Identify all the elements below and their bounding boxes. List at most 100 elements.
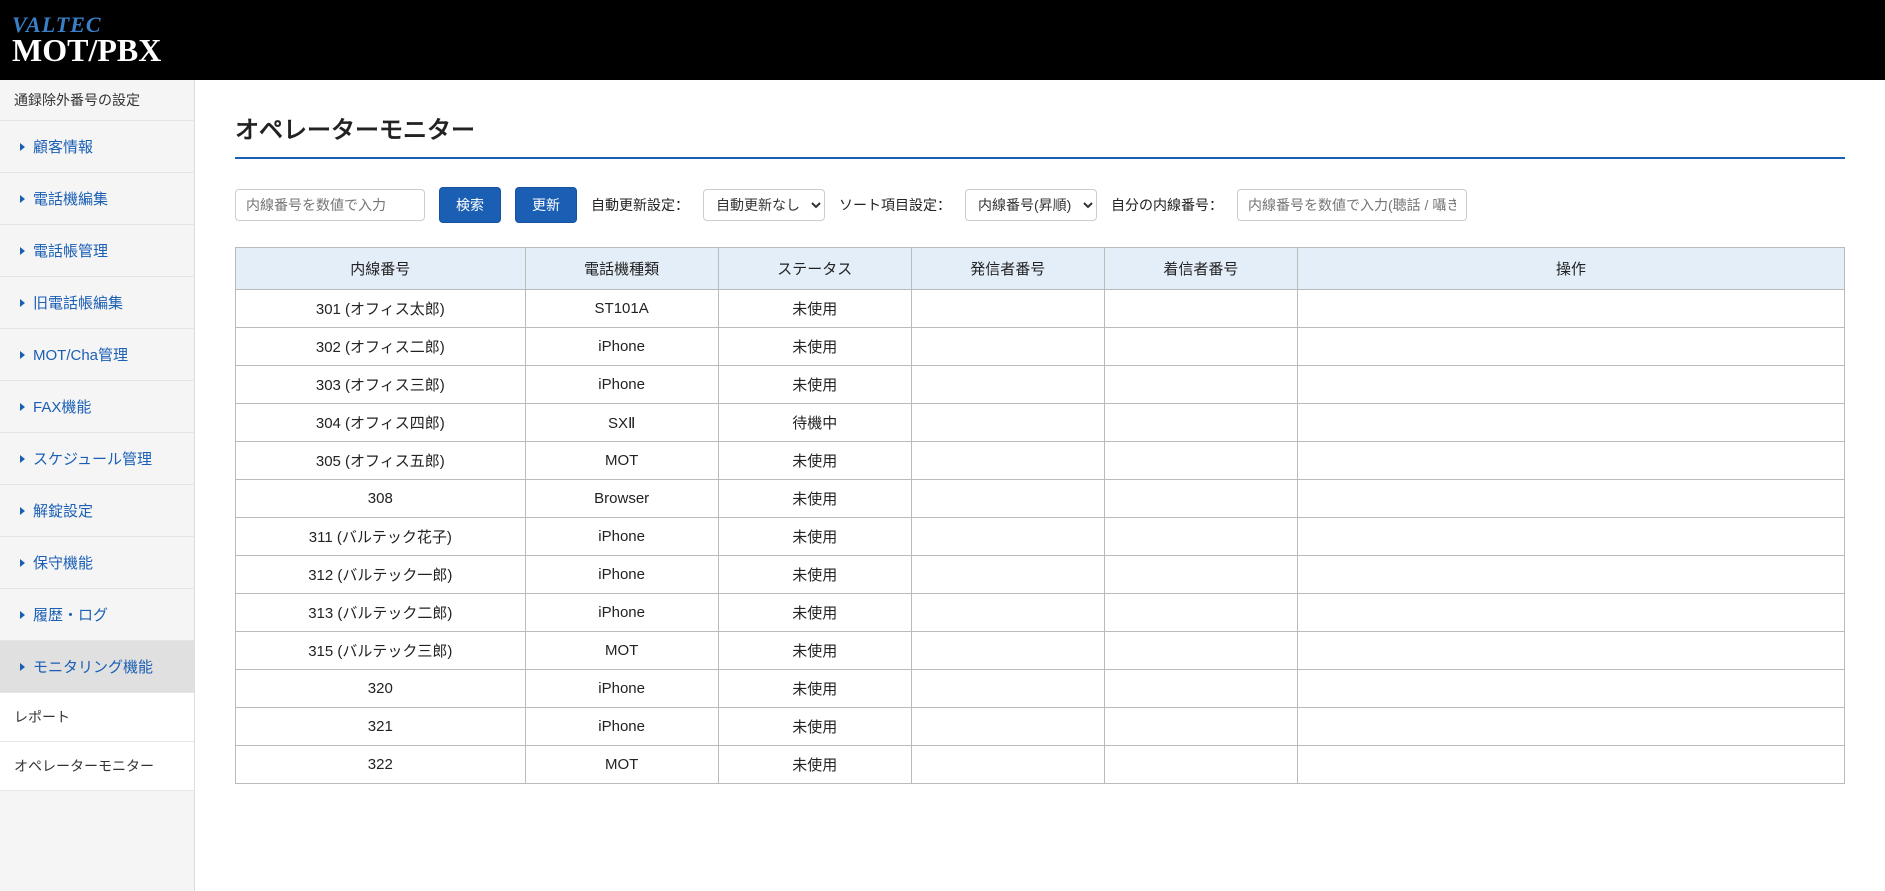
sidebar-item-motcha[interactable]: MOT/Cha管理 [0, 329, 194, 381]
table-cell-ext: 312 (バルテック一郎) [236, 556, 526, 594]
table-cell-ext: 308 [236, 480, 526, 518]
table-row: 322MOT未使用 [236, 746, 1845, 784]
table-row: 313 (バルテック二郎)iPhone未使用 [236, 594, 1845, 632]
table-cell-type: iPhone [525, 366, 718, 404]
sidebar-subitem[interactable]: レポート [0, 693, 194, 742]
sidebar-item-label: 履歴・ログ [33, 604, 108, 625]
table-cell-callee [1104, 480, 1297, 518]
caret-right-icon [20, 247, 25, 255]
own-extension-label: 自分の内線番号： [1111, 195, 1223, 215]
sidebar[interactable]: 通録除外番号の設定 顧客情報電話機編集電話帳管理旧電話帳編集 MOT/Cha管理 F… [0, 80, 195, 891]
sidebar-subitem[interactable]: オペレーターモニター [0, 742, 194, 791]
own-extension-input[interactable] [1237, 189, 1467, 221]
table-cell-caller [911, 290, 1104, 328]
title-divider [235, 157, 1845, 159]
main-content: オペレーターモニター 検索 更新 自動更新設定： 自動更新なし ソート項目設定：… [195, 80, 1885, 891]
table-cell-type: MOT [525, 632, 718, 670]
table-cell-callee [1104, 328, 1297, 366]
table-header-row: 内線番号電話機種類ステータス発信者番号着信者番号操作 [236, 248, 1845, 290]
table-cell-type: iPhone [525, 670, 718, 708]
table-cell-type: MOT [525, 442, 718, 480]
table-cell-caller [911, 366, 1104, 404]
caret-right-icon [20, 299, 25, 307]
caret-right-icon [20, 403, 25, 411]
table-row: 315 (バルテック三郎)MOT未使用 [236, 632, 1845, 670]
sidebar-item-label: FAX機能 [33, 396, 91, 417]
table-cell-type: iPhone [525, 556, 718, 594]
caret-right-icon [20, 351, 25, 359]
sort-label: ソート項目設定： [839, 195, 951, 215]
update-button[interactable]: 更新 [515, 187, 577, 223]
table-cell-ext: 322 [236, 746, 526, 784]
sidebar-item-old-phonebook[interactable]: 旧電話帳編集 [0, 277, 194, 329]
table-cell-callee [1104, 632, 1297, 670]
caret-right-icon [20, 559, 25, 567]
table-cell-op [1297, 518, 1844, 556]
table-cell-type: iPhone [525, 594, 718, 632]
table-cell-op [1297, 594, 1844, 632]
table-cell-callee [1104, 404, 1297, 442]
sort-select[interactable]: 内線番号(昇順) [965, 189, 1097, 221]
table-cell-op [1297, 442, 1844, 480]
table-cell-ext: 303 (オフィス三郎) [236, 366, 526, 404]
search-button[interactable]: 検索 [439, 187, 501, 223]
table-row: 301 (オフィス太郎)ST101A未使用 [236, 290, 1845, 328]
table-cell-ext: 320 [236, 670, 526, 708]
table-cell-caller [911, 670, 1104, 708]
table-cell-status: 待機中 [718, 404, 911, 442]
table-cell-op [1297, 480, 1844, 518]
table-cell-type: Browser [525, 480, 718, 518]
table-header-cell: 電話機種類 [525, 248, 718, 290]
sidebar-item-label: MOT/Cha管理 [33, 344, 128, 365]
table-cell-type: MOT [525, 746, 718, 784]
table-header-cell: 発信者番号 [911, 248, 1104, 290]
table-cell-callee [1104, 290, 1297, 328]
table-cell-op [1297, 556, 1844, 594]
logo: VALTEC MOT/PBX [12, 12, 161, 69]
sidebar-item-maintenance[interactable]: 保守機能 [0, 537, 194, 589]
auto-update-label: 自動更新設定： [591, 195, 689, 215]
table-cell-type: iPhone [525, 518, 718, 556]
table-cell-caller [911, 328, 1104, 366]
table-cell-callee [1104, 670, 1297, 708]
table-cell-callee [1104, 366, 1297, 404]
sidebar-item-fax[interactable]: FAX機能 [0, 381, 194, 433]
logo-product: MOT/PBX [12, 32, 161, 69]
table-header-cell: 着信者番号 [1104, 248, 1297, 290]
table-cell-callee [1104, 594, 1297, 632]
table-cell-type: iPhone [525, 328, 718, 366]
sidebar-item-history-log[interactable]: 履歴・ログ [0, 589, 194, 641]
sidebar-item-customer[interactable]: 顧客情報 [0, 121, 194, 173]
table-cell-status: 未使用 [718, 328, 911, 366]
table-cell-caller [911, 404, 1104, 442]
sidebar-item-phonebook[interactable]: 電話帳管理 [0, 225, 194, 277]
sidebar-item-label: モニタリング機能 [33, 656, 153, 677]
table-header-cell: 操作 [1297, 248, 1844, 290]
table-row: 304 (オフィス四郎)SXⅡ待機中 [236, 404, 1845, 442]
table-row: 303 (オフィス三郎)iPhone未使用 [236, 366, 1845, 404]
table-cell-status: 未使用 [718, 708, 911, 746]
caret-right-icon [20, 663, 25, 671]
table-cell-ext: 321 [236, 708, 526, 746]
table-cell-type: iPhone [525, 708, 718, 746]
table-row: 312 (バルテック一郎)iPhone未使用 [236, 556, 1845, 594]
table-cell-callee [1104, 708, 1297, 746]
table-cell-status: 未使用 [718, 670, 911, 708]
table-row: 302 (オフィス二郎)iPhone未使用 [236, 328, 1845, 366]
auto-update-select[interactable]: 自動更新なし [703, 189, 825, 221]
table-row: 311 (バルテック花子)iPhone未使用 [236, 518, 1845, 556]
sidebar-item-label: 電話帳管理 [33, 240, 108, 261]
table-row: 321iPhone未使用 [236, 708, 1845, 746]
table-cell-callee [1104, 746, 1297, 784]
sidebar-item-phone-edit[interactable]: 電話機編集 [0, 173, 194, 225]
sidebar-item-unlock[interactable]: 解錠設定 [0, 485, 194, 537]
sidebar-item-schedule[interactable]: スケジュール管理 [0, 433, 194, 485]
table-cell-status: 未使用 [718, 480, 911, 518]
table-row: 320iPhone未使用 [236, 670, 1845, 708]
sidebar-item-truncated[interactable]: 通録除外番号の設定 [0, 80, 194, 121]
extension-search-input[interactable] [235, 189, 425, 221]
table-cell-status: 未使用 [718, 518, 911, 556]
table-cell-ext: 313 (バルテック二郎) [236, 594, 526, 632]
sidebar-item-label: 保守機能 [33, 552, 93, 573]
sidebar-item-monitoring[interactable]: モニタリング機能 [0, 641, 194, 693]
